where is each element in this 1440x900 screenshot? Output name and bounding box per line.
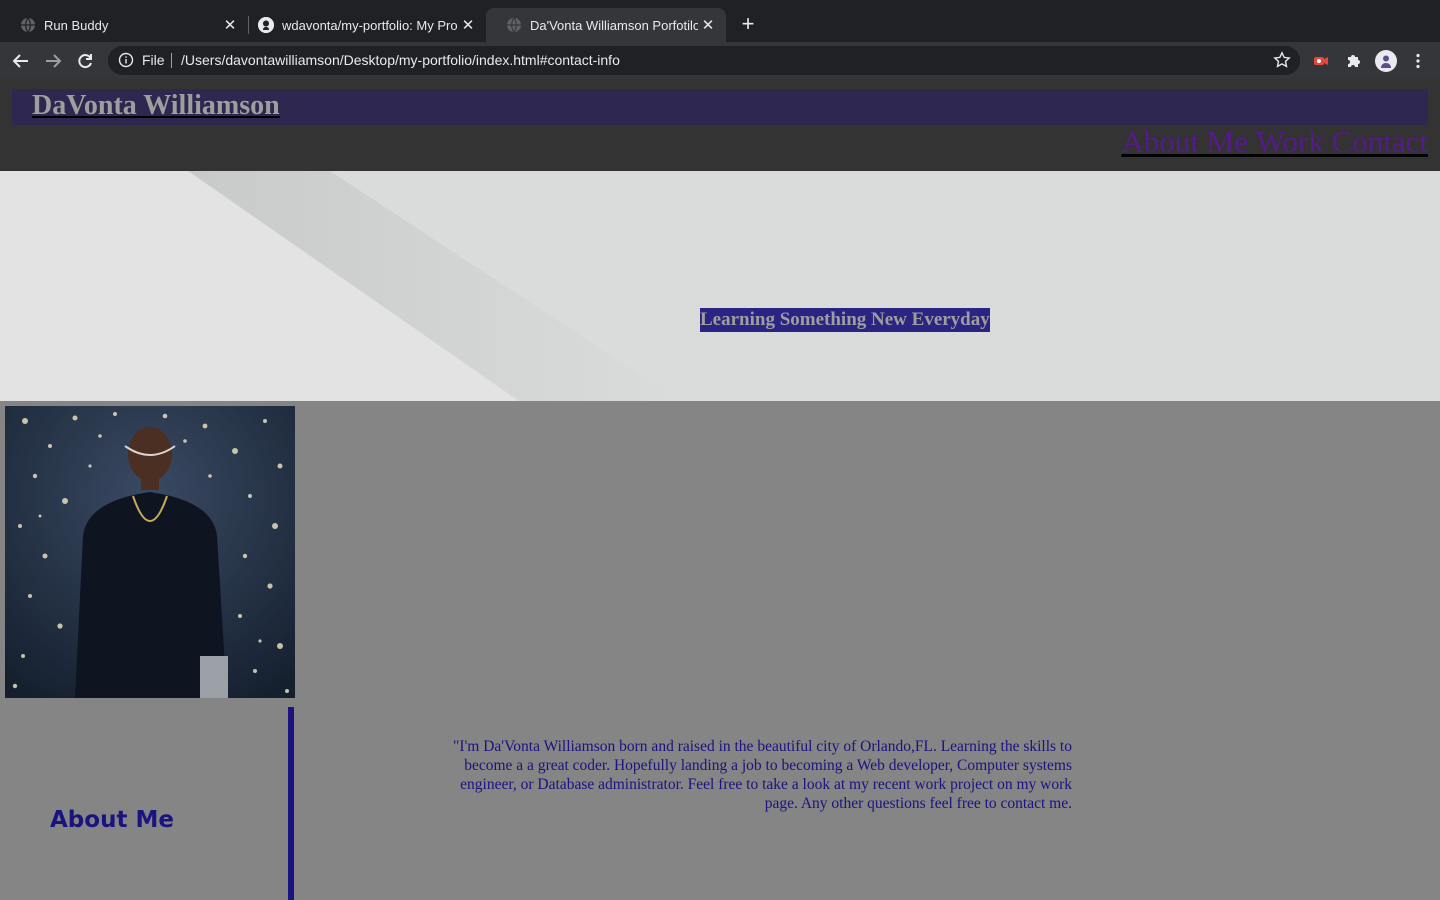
- github-icon: [258, 17, 274, 33]
- browser-toolbar: File /Users/davontawilliamson/Desktop/my…: [0, 42, 1440, 79]
- arrow-right-icon: [46, 54, 62, 68]
- globe-icon: [20, 17, 36, 33]
- site-name-link[interactable]: DaVonta Williamson: [32, 90, 280, 122]
- tab-title: Run Buddy: [44, 17, 109, 33]
- tab-portfolio[interactable]: Da'Vonta Williamson Porfotilo ✕: [486, 8, 726, 42]
- site-nav: About Me Work Contact: [1121, 124, 1428, 160]
- menu-button[interactable]: [1408, 51, 1428, 71]
- profile-photo: [5, 406, 295, 698]
- nav-spacer: [1324, 124, 1332, 159]
- site-header: DaVonta Williamson About Me Work Contact: [0, 79, 1440, 171]
- tab-run-buddy[interactable]: Run Buddy ✕: [0, 8, 248, 42]
- address-bar[interactable]: File /Users/davontawilliamson/Desktop/my…: [108, 46, 1300, 75]
- tab-title: Da'Vonta Williamson Porfotilo: [530, 17, 698, 33]
- tab-github[interactable]: wdavonta/my-portfolio: My Pro ✕: [238, 8, 486, 42]
- nav-about-me[interactable]: About Me: [1121, 124, 1248, 159]
- extensions-button[interactable]: [1344, 51, 1364, 71]
- nav-spacer: [1248, 124, 1256, 159]
- puzzle-icon: [1348, 55, 1360, 67]
- forward-button[interactable]: [40, 48, 66, 74]
- page-viewport: DaVonta Williamson About Me Work Contact…: [0, 79, 1440, 900]
- nav-contact[interactable]: Contact: [1332, 124, 1428, 159]
- avatar-icon: [1381, 55, 1391, 68]
- url-text[interactable]: /Users/davontawilliamson/Desktop/my-port…: [181, 52, 620, 68]
- reload-icon: [78, 54, 92, 69]
- globe-icon: [506, 17, 522, 33]
- extension-button[interactable]: [1311, 51, 1331, 71]
- new-tab-button[interactable]: +: [736, 12, 760, 36]
- close-tab-icon[interactable]: ✕: [458, 15, 478, 35]
- scheme-label: File: [142, 52, 165, 68]
- record-extension-icon: [1314, 57, 1328, 65]
- about-bio: "I'm Da'Vonta Williamson born and raised…: [453, 738, 1072, 812]
- reload-button[interactable]: [72, 48, 98, 74]
- kebab-menu-icon: [1416, 53, 1420, 69]
- profile-avatar[interactable]: [1375, 50, 1397, 72]
- omnibox-divider: [171, 53, 172, 68]
- tab-strip: Run Buddy ✕ wdavonta/my-portfolio: My Pr…: [0, 0, 1440, 42]
- hero-tagline: Learning Something New Everyday: [700, 308, 990, 332]
- star-icon[interactable]: [1273, 51, 1291, 69]
- about-divider-bar: [288, 707, 294, 900]
- nav-work[interactable]: Work: [1256, 124, 1324, 159]
- close-tab-icon[interactable]: ✕: [220, 15, 240, 35]
- arrow-left-icon: [12, 54, 28, 68]
- about-me-heading: About Me: [50, 807, 174, 833]
- tab-title: wdavonta/my-portfolio: My Pro: [282, 17, 458, 33]
- name-bar: DaVonta Williamson: [12, 89, 1428, 125]
- hero-background: [0, 171, 1440, 401]
- close-tab-icon[interactable]: ✕: [698, 15, 718, 35]
- info-icon[interactable]: [118, 52, 134, 68]
- hero-banner: Learning Something New Everyday: [0, 171, 1440, 401]
- back-button[interactable]: [8, 48, 34, 74]
